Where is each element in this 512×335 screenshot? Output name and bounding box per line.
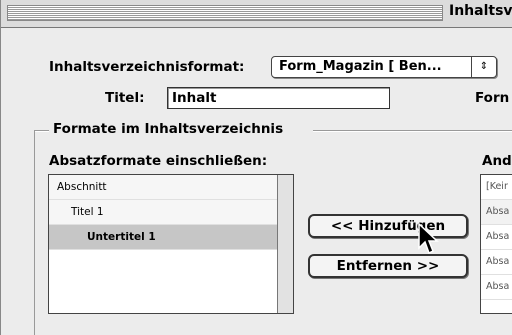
mouse-pointer-icon [418, 222, 439, 255]
include-styles-label: Absatzformate einschließen: [49, 153, 268, 169]
popup-arrows-icon: ⇕ [471, 57, 496, 77]
dialog-window: Inhaltsv Inhaltsverzeichnisformat: Form_… [0, 0, 512, 335]
list-item[interactable]: Absa [481, 225, 512, 250]
toc-format-label: Inhaltsverzeichnisformat: [49, 59, 245, 75]
remove-button[interactable]: Entfernen >> [308, 254, 468, 278]
title-bar-stripes [7, 5, 443, 21]
toc-format-value: Form_Magazin [ Ben... [279, 59, 442, 74]
list-item[interactable]: Absa [481, 250, 512, 275]
title-label: Titel: [105, 90, 145, 106]
title-input-value: Inhalt [172, 90, 217, 106]
group-border-left [34, 130, 35, 335]
window-title: Inhaltsv [445, 3, 512, 19]
list-item[interactable]: Absa [481, 275, 512, 300]
list-scrollbar[interactable] [277, 175, 293, 313]
list-item[interactable]: Abschnitt [49, 175, 293, 200]
title-input[interactable]: Inhalt [167, 87, 390, 109]
other-styles-list[interactable]: [Keir Absa Absa Absa Absa [480, 174, 512, 314]
format-label-truncated: Forn [475, 90, 510, 106]
group-title: Formate im Inhaltsverzeichnis [49, 121, 288, 137]
list-item[interactable]: Titel 1 [49, 200, 293, 225]
include-styles-list[interactable]: Abschnitt Titel 1 Untertitel 1 [48, 174, 294, 314]
title-bar[interactable]: Inhaltsv [1, 0, 512, 28]
group-border-right-top [313, 130, 512, 132]
other-styles-label: And [482, 153, 512, 169]
list-item-selected[interactable]: Untertitel 1 [49, 225, 293, 250]
list-item[interactable]: Absa [481, 200, 512, 225]
group-border-left-top [34, 130, 49, 132]
toc-format-popup[interactable]: Form_Magazin [ Ben... ⇕ [271, 56, 497, 78]
add-button[interactable]: << Hinzufügen [308, 214, 468, 238]
list-item[interactable]: [Keir [481, 175, 512, 200]
